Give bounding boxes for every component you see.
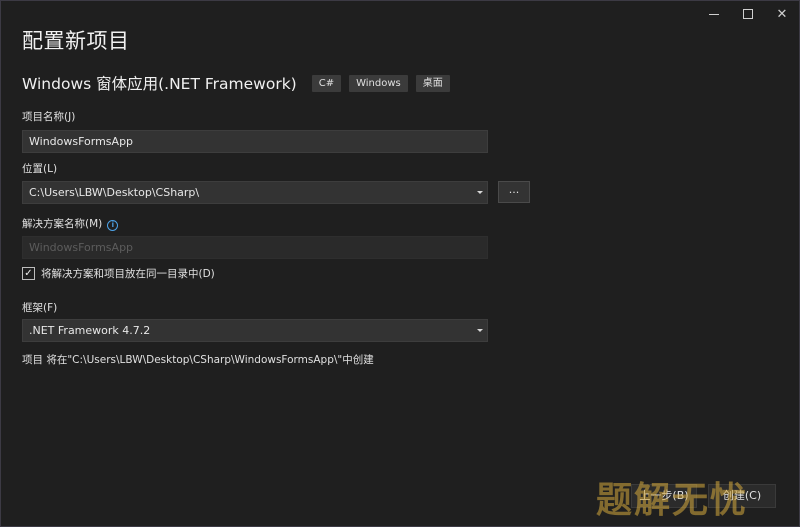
page-title: 配置新项目 [22,29,130,53]
chevron-down-icon[interactable] [477,329,483,332]
create-button[interactable]: 创建(C) [708,484,776,508]
maximize-button[interactable] [731,1,765,27]
minimize-icon [709,13,719,15]
framework-value: .NET Framework 4.7.2 [29,324,151,337]
close-icon: ✕ [776,6,788,22]
project-name-label: 项目名称(J) [22,111,76,123]
back-button[interactable]: 上一步(B) [631,484,697,508]
tag-language: C# [311,74,342,92]
location-label: 位置(L) [22,163,58,175]
chevron-down-icon[interactable] [477,191,483,194]
close-button[interactable]: ✕ [765,1,799,27]
maximize-icon [743,9,753,19]
window-controls: ✕ [697,1,799,29]
create-location-info: 项目 将在"C:\Users\LBW\Desktop\CSharp\Window… [22,354,374,366]
check-icon: ✓ [24,267,33,279]
minimize-button[interactable] [697,1,731,27]
project-name-input[interactable]: WindowsFormsApp [22,130,488,153]
solution-name-label: 解决方案名称(M) [22,218,103,230]
info-icon[interactable]: i [107,220,119,231]
template-tags: C# Windows 桌面 [311,74,450,92]
same-directory-label[interactable]: 将解决方案和项目放在同一目录中(D) [41,266,215,281]
location-combobox[interactable]: C:\Users\LBW\Desktop\CSharp\ [22,181,488,204]
solution-name-label-row: 解决方案名称(M) i [22,216,119,231]
template-header: Windows 窗体应用(.NET Framework) C# Windows … [22,72,450,94]
framework-label: 框架(F) [22,302,58,314]
template-name: Windows 窗体应用(.NET Framework) [22,75,297,93]
configure-project-window: ✕ 配置新项目 Windows 窗体应用(.NET Framework) C# … [0,0,800,527]
location-value: C:\Users\LBW\Desktop\CSharp\ [29,186,200,199]
framework-dropdown[interactable]: .NET Framework 4.7.2 [22,319,488,342]
same-directory-checkbox[interactable]: ✓ [22,267,35,280]
same-directory-option[interactable]: ✓ 将解决方案和项目放在同一目录中(D) [22,266,215,281]
tag-platform: Windows [349,74,408,92]
tag-project-type: 桌面 [415,74,450,92]
browse-button[interactable]: ... [498,181,530,203]
solution-name-input: WindowsFormsApp [22,236,488,259]
